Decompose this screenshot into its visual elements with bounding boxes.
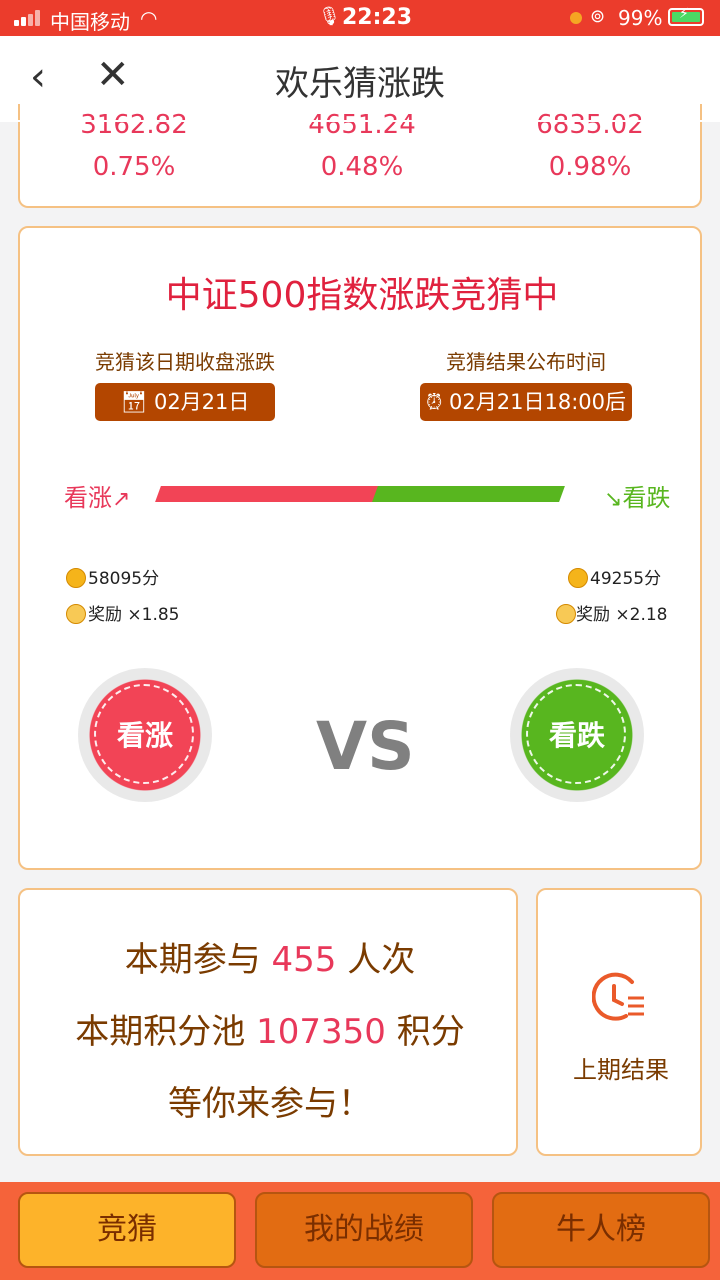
guess-down-button-label: 看跌 xyxy=(548,719,605,752)
coin-icon xyxy=(66,568,86,588)
status-bar: 中国移动 ◠ 🎙︎ 22:23 ⊚ 99% ⚡ xyxy=(0,0,720,36)
reward-icon xyxy=(66,604,86,624)
participants-count: 455 xyxy=(271,940,337,980)
date-badge: 📅︎ 02月21日 xyxy=(95,383,275,421)
microphone-icon: 🎙︎ xyxy=(318,6,341,27)
down-ratio-bar xyxy=(372,486,565,502)
guess-up-button-label: 看涨 xyxy=(116,719,173,752)
bottom-tab-bar: 竞猜 我的战绩 牛人榜 xyxy=(0,1182,720,1280)
result-time-badge: ⏰︎ 02月21日18:00后 xyxy=(420,383,632,421)
trend-up-icon: ↗ xyxy=(112,487,131,512)
up-label: 看涨↗ xyxy=(64,484,131,512)
guess-up-button[interactable]: 看涨 xyxy=(78,668,212,802)
index-value-3: 6835.02 xyxy=(536,110,644,140)
index-change-2: 0.48% xyxy=(320,152,404,182)
tab-guess[interactable]: 竞猜 xyxy=(18,1192,236,1268)
guess-card: 中证500指数涨跌竞猜中 竞猜该日期收盘涨跌 📅︎ 02月21日 竞猜结果公布时… xyxy=(18,226,702,870)
clock-list-icon xyxy=(592,972,644,1021)
date-value: 02月21日 xyxy=(153,390,250,414)
invite-line: 等你来参与！ xyxy=(168,1084,372,1124)
last-result-label: 上期结果 xyxy=(573,1056,669,1084)
up-points: 58095分 xyxy=(88,569,160,589)
guess-title: 中证500指数涨跌竞猜中 xyxy=(165,275,559,316)
recording-dot-icon xyxy=(570,12,582,24)
pool-line: 本期积分池 107350 积分 xyxy=(75,1012,465,1052)
rotation-lock-icon: ⊚ xyxy=(590,6,606,27)
down-points: 49255分 xyxy=(590,569,662,589)
index-value-2: 4651.24 xyxy=(308,110,416,140)
tab-my-record[interactable]: 我的战绩 xyxy=(255,1192,473,1268)
down-label: ↘看跌 xyxy=(604,484,671,512)
tab-leaderboard[interactable]: 牛人榜 xyxy=(492,1192,710,1268)
alarm-clock-icon: ⏰︎ xyxy=(425,390,443,414)
nav-shadow xyxy=(0,120,720,122)
result-time-value: 02月21日18:00后 xyxy=(449,390,627,414)
calendar-icon: 📅︎ xyxy=(120,390,148,414)
page-title: 欢乐猜涨跌 xyxy=(275,64,445,104)
wifi-icon: ◠ xyxy=(140,6,158,30)
clock-time: 22:23 xyxy=(342,5,413,30)
up-reward: 奖励 ×1.85 xyxy=(88,605,180,625)
index-change-1: 0.75% xyxy=(92,152,176,182)
down-reward: 奖励 ×2.18 xyxy=(576,605,668,625)
last-result-button[interactable]: 上期结果 xyxy=(536,888,702,1156)
carrier-label: 中国移动 xyxy=(50,10,130,34)
trend-down-icon: ↘ xyxy=(604,487,623,512)
result-time-label: 竞猜结果公布时间 xyxy=(446,350,606,374)
guess-down-button[interactable]: 看跌 xyxy=(510,668,644,802)
pool-amount: 107350 xyxy=(256,1012,386,1052)
summary-card: 本期参与 455 人次 本期积分池 107350 积分 等你来参与！ xyxy=(18,888,518,1156)
reward-icon xyxy=(556,604,576,624)
index-change-3: 0.98% xyxy=(548,152,632,182)
index-value-1: 3162.82 xyxy=(80,110,188,140)
coin-icon xyxy=(568,568,588,588)
date-label: 竞猜该日期收盘涨跌 xyxy=(95,350,275,374)
signal-icon xyxy=(14,10,42,26)
vs-label: VS xyxy=(316,708,415,785)
up-ratio-bar xyxy=(155,486,380,502)
battery-icon: ⚡ xyxy=(668,6,704,26)
battery-percent: 99% xyxy=(618,6,663,30)
participants-line: 本期参与 455 人次 xyxy=(124,940,416,980)
